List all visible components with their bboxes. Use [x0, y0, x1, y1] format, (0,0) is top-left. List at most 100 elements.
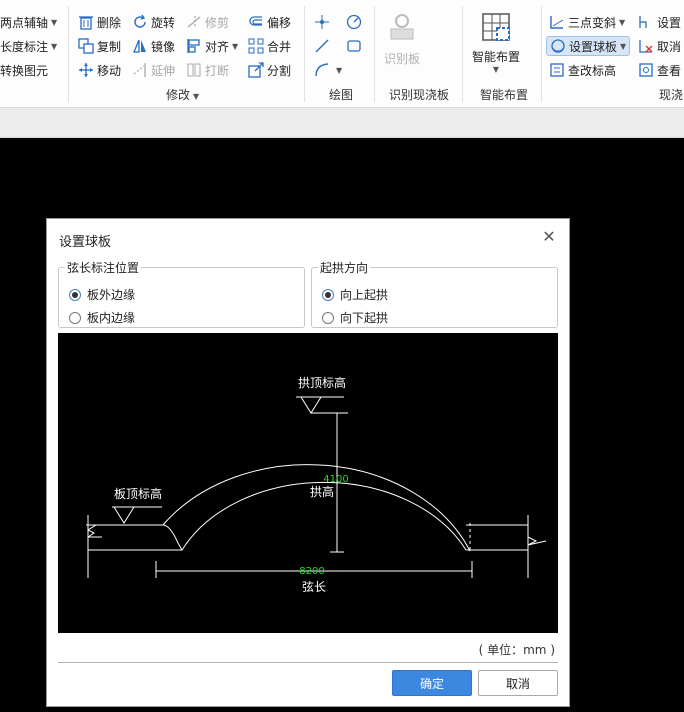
draw-group-label: 绘图: [329, 88, 354, 102]
chevron-down-icon: ▼: [620, 41, 627, 51]
break-button[interactable]: 打断: [186, 60, 229, 80]
identify-group-label: 识别现浇板: [389, 88, 450, 102]
merge-button[interactable]: 合并: [248, 36, 291, 56]
ribbon-separator: [462, 6, 463, 102]
slab-group-label: 现浇: [659, 88, 684, 102]
offset-icon: [248, 14, 264, 30]
split-button[interactable]: 分割: [248, 60, 291, 80]
three-point-slope-button[interactable]: 三点变斜 ▼: [549, 12, 625, 32]
edit-elevation-label: 查改标高: [568, 63, 617, 78]
rotate-button[interactable]: 旋转: [132, 12, 175, 32]
radio-outer-edge[interactable]: 板外边缘: [69, 286, 135, 303]
cancel-x-icon: [638, 38, 654, 54]
trash-icon: [78, 14, 94, 30]
length-dimension-label: 长度标注: [0, 39, 49, 54]
smart-layout-label: 智能布置: [471, 50, 520, 64]
trim-label: 修剪: [205, 15, 230, 30]
radio-arch-down[interactable]: 向下起拱: [322, 309, 388, 326]
slab-view-button[interactable]: 查看: [638, 60, 681, 80]
copy-button[interactable]: 复制: [78, 36, 121, 56]
offset-label: 偏移: [267, 15, 292, 30]
point-tool-button[interactable]: [314, 12, 333, 32]
line-icon: [314, 38, 330, 54]
radio-arch-down-dot: [322, 311, 334, 324]
ok-button[interactable]: 确定: [392, 670, 472, 696]
identify-slab-icon: [386, 12, 418, 44]
move-label: 移动: [97, 63, 122, 78]
smart-layout-icon: [479, 10, 513, 44]
tab-strip: [0, 108, 684, 138]
cancel-button[interactable]: 取消: [478, 670, 558, 696]
arch-direction-group: 起拱方向 向上起拱 向下起拱: [311, 259, 558, 328]
modify-group-text: 修改: [166, 88, 191, 102]
arc-tool-button[interactable]: ▼: [314, 60, 342, 80]
ribbon-toolbar: 两点辅轴 ▼ 长度标注 ▼ 转换图元 删除 旋转 修剪 偏移 复制 镜像 对齐 ▼ 合…: [0, 0, 684, 108]
smart-layout-button[interactable]: 智能布置 ▼: [470, 10, 522, 74]
trim-icon: [186, 14, 202, 30]
mirror-button[interactable]: 镜像: [132, 36, 175, 56]
set-spherical-slab-button[interactable]: 设置球板 ▼: [546, 36, 631, 56]
convert-element-button[interactable]: 转换图元: [0, 60, 48, 80]
close-icon[interactable]: ✕: [541, 229, 557, 245]
align-label: 对齐: [205, 39, 230, 54]
modify-group-label[interactable]: 修改 ▼: [166, 86, 199, 103]
convert-element-label: 转换图元: [0, 63, 49, 78]
crown-elevation-text: 拱顶标高: [298, 375, 346, 390]
edge-elevation-marker: [113, 506, 135, 524]
chevron-down-icon: ▼: [492, 65, 500, 74]
align-button[interactable]: 对齐 ▼: [186, 36, 238, 56]
extend-button[interactable]: 延伸: [132, 60, 175, 80]
identify-slab-button[interactable]: 识别板: [382, 12, 422, 67]
circle-tool-button[interactable]: [346, 12, 365, 32]
merge-label: 合并: [267, 39, 292, 54]
slope-icon: [549, 14, 565, 30]
rectangle-tool-button[interactable]: [346, 36, 365, 56]
chord-value-text: 8200: [299, 566, 324, 577]
extend-icon: [132, 62, 148, 78]
arch-direction-legend: 起拱方向: [320, 261, 369, 275]
circle-icon: [346, 14, 362, 30]
arch-diagram-svg: 拱顶标高 板顶标高 4100 拱高 8200 弦长: [86, 375, 547, 594]
right-slab-outline: [466, 524, 528, 551]
rotate-icon: [132, 14, 148, 30]
slab-cancel-button[interactable]: 取消: [638, 36, 681, 56]
chevron-down-icon: ▼: [51, 41, 58, 51]
radio-inner-edge[interactable]: 板内边缘: [69, 309, 135, 326]
two-point-aux-axis-button[interactable]: 两点辅轴 ▼: [0, 12, 57, 32]
set-spherical-slab-label: 设置球板: [569, 39, 618, 54]
length-dimension-button[interactable]: 长度标注 ▼: [0, 36, 57, 56]
split-label: 分割: [267, 63, 292, 78]
radio-arch-up-dot: [322, 288, 334, 301]
offset-button[interactable]: 偏移: [248, 12, 291, 32]
edit-elevation-button[interactable]: 查改标高: [549, 60, 616, 80]
move-button[interactable]: 移动: [78, 60, 121, 80]
outer-arch: [162, 464, 471, 552]
edit-elevation-icon: [549, 62, 565, 78]
radio-arch-up[interactable]: 向上起拱: [322, 286, 388, 303]
mirror-label: 镜像: [151, 39, 176, 54]
chord-position-legend: 弦长标注位置: [67, 261, 140, 275]
extend-label: 延伸: [151, 63, 176, 78]
left-break-zigzag: [86, 524, 97, 538]
radio-outer-edge-label: 板外边缘: [87, 288, 136, 302]
arc-icon: [314, 62, 330, 78]
trim-button[interactable]: 修剪: [186, 12, 229, 32]
slab-setting-button[interactable]: 设置: [638, 12, 681, 32]
slab-view-label: 查看: [657, 63, 682, 78]
slab-cancel-label: 取消: [657, 39, 682, 54]
copy-label: 复制: [97, 39, 122, 54]
ribbon-separator: [541, 6, 542, 102]
slab-setting-label: 设置: [657, 15, 682, 30]
line-tool-button[interactable]: [314, 36, 333, 56]
ribbon-separator: [304, 6, 305, 102]
align-icon: [186, 38, 202, 54]
delete-button[interactable]: 删除: [78, 12, 121, 32]
point-icon: [314, 14, 330, 30]
ribbon-separator: [68, 6, 69, 102]
smart-group-label: 智能布置: [480, 88, 529, 102]
merge-icon: [248, 38, 264, 54]
height-label-text: 拱高: [310, 484, 334, 499]
radio-outer-edge-dot: [69, 288, 81, 301]
edge-elevation-text: 板顶标高: [114, 486, 162, 501]
radio-arch-up-label: 向上起拱: [340, 288, 389, 302]
